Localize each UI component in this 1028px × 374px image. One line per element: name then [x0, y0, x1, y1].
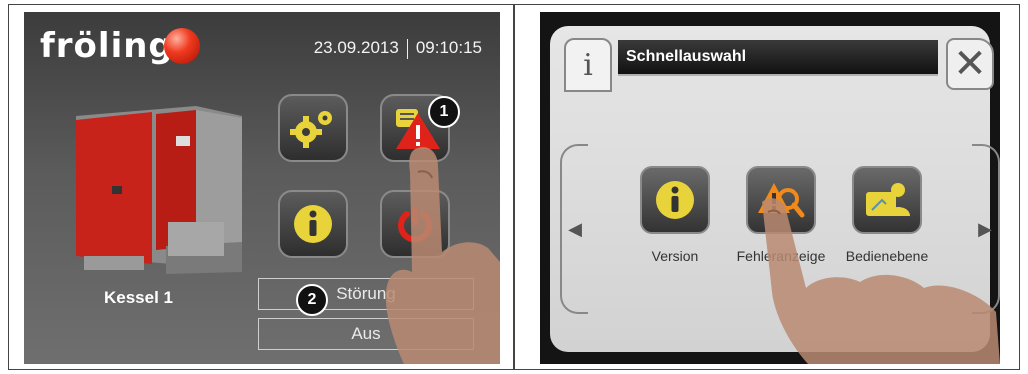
panel-title: Schnellauswahl: [626, 48, 747, 65]
time-text: 09:10:15: [415, 38, 482, 57]
version-button[interactable]: [640, 166, 710, 234]
settings-button[interactable]: [278, 94, 348, 162]
gears-icon: [290, 111, 332, 148]
info-tab-icon: i: [583, 47, 593, 83]
close-button[interactable]: ✕: [946, 38, 994, 90]
info-tab-button[interactable]: i: [564, 38, 612, 92]
quick-select-screen: i Schnellauswahl ✕ ◀ ▶ Version Bedienebe…: [540, 12, 1000, 364]
froling-logo: fröling: [40, 26, 174, 66]
info-icon: [656, 181, 694, 219]
date-time-display: 23.09.2013 09:10:15: [314, 38, 482, 59]
version-label: Version: [651, 248, 699, 264]
info-icon: [294, 205, 332, 243]
main-screen: fröling 23.09.2013 09:10:15 Kessel 1 1 S…: [24, 12, 500, 364]
logo-ball-icon: [164, 28, 200, 64]
title-bar: Schnellauswahl: [618, 40, 938, 76]
callout-marker-1: 1: [428, 96, 460, 128]
previous-page-button[interactable]: ◀: [560, 144, 588, 314]
close-icon: ✕: [953, 42, 987, 86]
boiler-image: [76, 106, 242, 274]
pointing-hand-image: [385, 147, 500, 364]
date-time-separator: [406, 38, 408, 59]
date-text: 23.09.2013: [313, 38, 399, 57]
callout-marker-2: 2: [296, 284, 328, 316]
boiler-label: Kessel 1: [104, 288, 173, 307]
chevron-left-icon: ◀: [568, 218, 582, 239]
pointing-hand-image: [762, 198, 1000, 364]
info-button[interactable]: [278, 190, 348, 258]
